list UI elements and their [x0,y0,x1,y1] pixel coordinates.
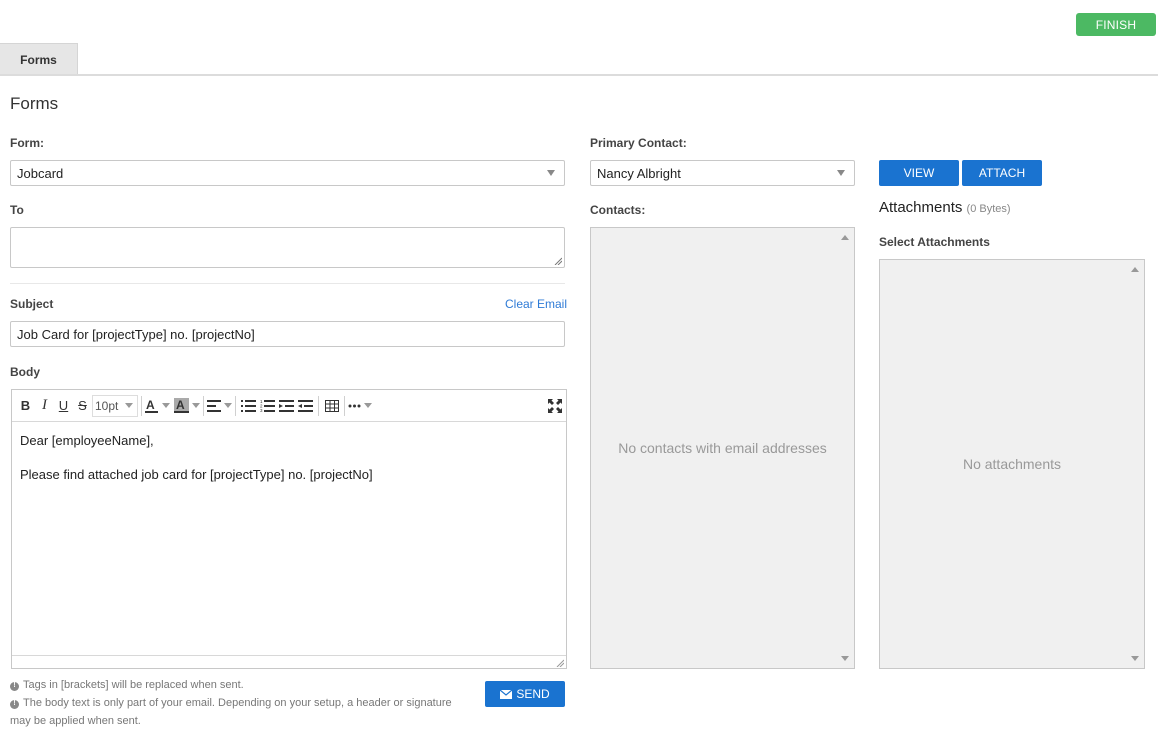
strikethrough-button[interactable]: S [73,395,92,417]
chevron-down-icon [224,403,232,408]
scroll-down-icon[interactable] [1131,656,1139,661]
svg-text:A: A [176,398,185,412]
fullscreen-icon [547,398,562,413]
page-title: Forms [10,94,59,113]
outdent-icon [298,399,313,412]
attachments-size: (0 Bytes) [966,203,1011,215]
underline-button[interactable]: U [54,395,73,417]
bullet-list-icon [241,399,256,412]
chevron-down-icon [125,403,133,408]
body-line: Dear [employeeName], [20,433,154,448]
body-line: Please find attached job card for [proje… [20,467,373,482]
body-label: Body [10,365,40,379]
send-button[interactable]: SEND [485,681,565,707]
ellipsis-icon [348,404,361,407]
chevron-down-icon [364,403,372,408]
svg-text:A: A [146,398,155,412]
clear-email-link[interactable]: Clear Email [505,297,567,311]
background-color-button[interactable]: A [174,395,200,417]
finish-button[interactable]: FINISH [1076,13,1156,36]
tags-note-text: Tags in [brackets] will be replaced when… [23,679,244,691]
fullscreen-button[interactable] [545,395,564,417]
attachments-scrollbar[interactable] [1128,260,1144,668]
chevron-down-icon [837,170,845,176]
info-icon: ! [10,699,19,709]
body-editor[interactable]: B I U S 10pt A A 1 2 3 Dear [employeeNam… [11,389,567,669]
more-tools-button[interactable] [348,395,372,417]
editor-content[interactable]: Dear [employeeName], Please find attache… [20,432,558,500]
svg-text:3: 3 [260,408,263,412]
align-button[interactable] [207,395,232,417]
primary-contact-value: Nancy Albright [597,165,681,181]
table-icon [324,399,339,412]
highlight-color-icon: A [174,397,189,413]
primary-contact-label: Primary Contact: [590,136,687,150]
envelope-icon [500,689,513,699]
tab-divider [0,74,1158,76]
text-color-button[interactable]: A [145,395,170,417]
chevron-down-icon [192,403,200,408]
scroll-down-icon[interactable] [841,656,849,661]
font-size-value: 10pt [95,398,119,413]
tags-note: ! Tags in [brackets] will be replaced whe… [10,676,460,694]
toolbar-separator [203,395,204,416]
to-input[interactable] [10,227,565,268]
toolbar-separator [235,395,236,416]
editor-statusbar [12,655,566,668]
contacts-empty-text: No contacts with email addresses [618,440,827,456]
body-text-note-text: The body text is only part of your email… [10,697,452,727]
indent-button[interactable] [277,395,296,417]
resize-grip-icon[interactable] [554,257,562,265]
text-color-icon: A [145,398,158,413]
indent-icon [279,399,294,412]
insert-table-button[interactable] [322,395,341,417]
font-size-select[interactable]: 10pt [92,394,138,417]
select-attachments-label: Select Attachments [879,235,990,249]
attach-button[interactable]: ATTACH [962,160,1042,186]
numbered-list-icon: 1 2 3 [260,399,275,412]
view-button[interactable]: VIEW [879,160,959,186]
chevron-down-icon [547,170,555,176]
editor-toolbar: B I U S 10pt A A 1 2 3 [12,390,566,422]
primary-contact-select[interactable]: Nancy Albright [590,160,855,186]
form-select-value: Jobcard [17,165,64,181]
outdent-button[interactable] [296,395,315,417]
scroll-up-icon[interactable] [841,235,849,240]
attachments-empty-text: No attachments [962,456,1062,472]
align-left-icon [207,399,221,412]
numbered-list-button[interactable]: 1 2 3 [258,395,277,417]
toolbar-separator [344,395,345,416]
attachments-title-text: Attachments [879,199,963,216]
body-text-note: ! The body text is only part of your emai… [10,694,460,730]
chevron-down-icon [162,403,170,408]
bullet-list-button[interactable] [239,395,258,417]
tab-forms[interactable]: Forms [0,43,78,75]
scroll-up-icon[interactable] [1131,267,1139,272]
toolbar-separator [141,395,142,416]
toolbar-separator [318,395,319,416]
subject-input[interactable]: Job Card for [projectType] no. [projectN… [10,321,565,347]
contacts-list[interactable]: No contacts with email addresses [590,227,855,669]
form-select[interactable]: Jobcard [10,160,565,186]
subject-value: Job Card for [projectType] no. [projectN… [17,326,255,342]
form-label: Form: [10,136,44,150]
bold-button[interactable]: B [16,395,35,417]
contacts-label: Contacts: [590,203,646,217]
to-label: To [10,203,24,217]
section-divider [10,283,565,284]
info-icon: ! [10,681,19,691]
attachments-title: Attachments (0 Bytes) [879,199,1011,216]
subject-label: Subject [10,297,54,311]
send-label: SEND [516,687,550,701]
attachments-list[interactable]: No attachments [879,259,1145,669]
italic-button[interactable]: I [35,395,54,417]
resize-grip-icon[interactable] [556,659,564,667]
contacts-scrollbar[interactable] [838,228,854,668]
